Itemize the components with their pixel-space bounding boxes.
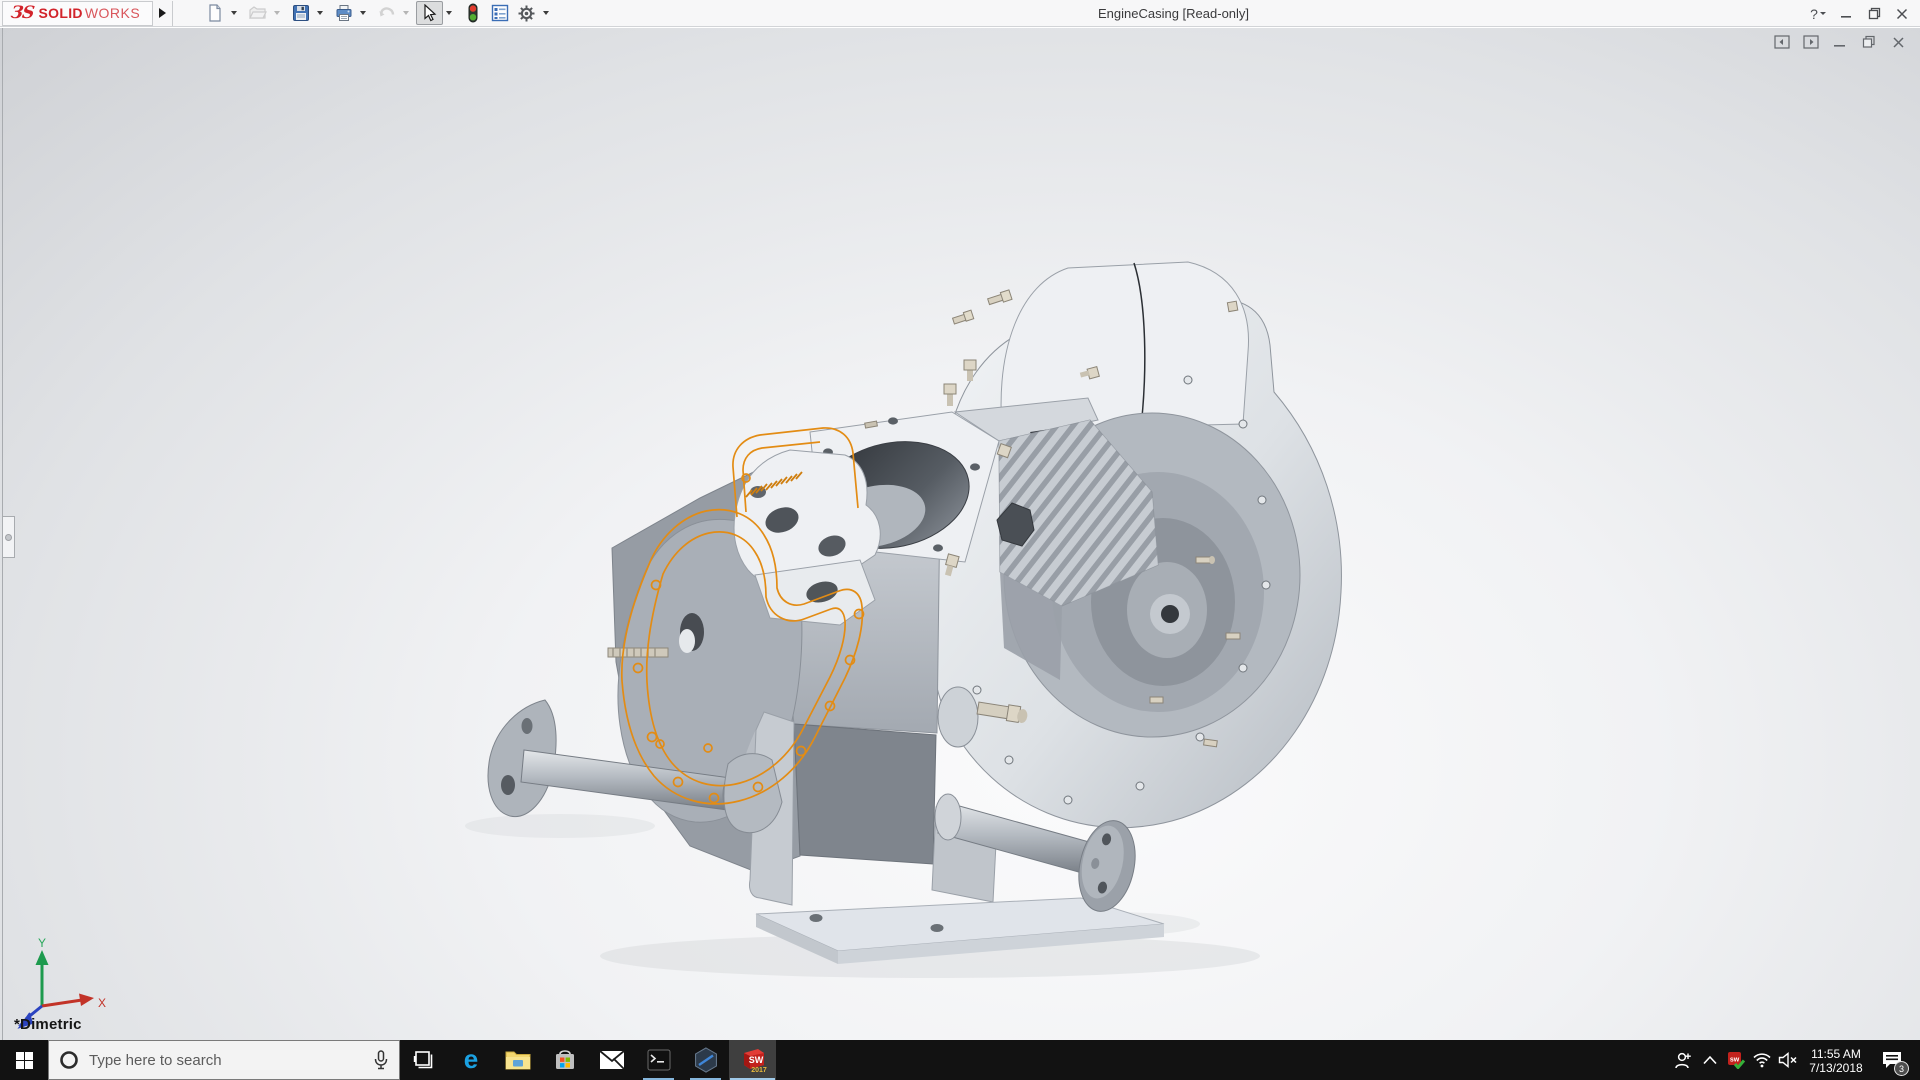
- help-label: ?: [1810, 5, 1818, 22]
- task-view-icon: [413, 1051, 432, 1069]
- store-icon: [555, 1050, 574, 1069]
- action-center-button[interactable]: 3: [1871, 1040, 1913, 1080]
- cortana-circle-icon: [60, 1051, 78, 1069]
- search-placeholder: Type here to search: [89, 1051, 222, 1069]
- rebuild-traffic-light-icon: [468, 3, 478, 23]
- view-orientation-label: *Dimetric: [14, 1016, 82, 1033]
- gear-icon: [518, 5, 535, 21]
- microphone-icon[interactable]: [373, 1050, 389, 1070]
- clock-time: 11:55 AM: [1811, 1046, 1861, 1061]
- sw-resource-monitor-icon: sw: [1728, 1052, 1745, 1069]
- save-dropdown[interactable]: [314, 1, 326, 25]
- orientation-triad: Y X: [17, 936, 106, 1029]
- taskbar-clock[interactable]: 11:55 AM 7/13/2018: [1801, 1046, 1871, 1075]
- new-document-dropdown[interactable]: [228, 1, 240, 25]
- undo-icon: [379, 7, 394, 17]
- sw-year: 2017: [751, 1067, 767, 1074]
- triad-y-label: Y: [38, 936, 46, 950]
- triad-x-label: X: [98, 996, 106, 1010]
- file-explorer-icon: [505, 1051, 530, 1070]
- open-folder-icon: [248, 6, 267, 19]
- svg-text:sw: sw: [1730, 1057, 1740, 1064]
- print-dropdown[interactable]: [357, 1, 369, 25]
- help-dropdown-icon: [1819, 12, 1826, 15]
- solidworks-logo-light: WORKS: [84, 5, 141, 21]
- wifi-icon: [1753, 1053, 1771, 1068]
- solidworks-logo-bold: SOLID: [38, 5, 83, 21]
- solidworks-monitor-tray[interactable]: sw: [1723, 1040, 1749, 1080]
- system-tray: sw 11:55 AM 7/13/2018 3: [1671, 1040, 1920, 1080]
- undo-dropdown[interactable]: [400, 1, 412, 25]
- people-icon: [1675, 1052, 1691, 1069]
- network-button[interactable]: [1749, 1040, 1775, 1080]
- options-button[interactable]: [513, 1, 540, 25]
- select-cursor-icon: [424, 4, 437, 22]
- menu-flyout-button[interactable]: [153, 0, 174, 26]
- taskbar-item-file-explorer[interactable]: [494, 1040, 541, 1080]
- taskbar-search-box[interactable]: Type here to search: [48, 1040, 400, 1080]
- print-icon: [336, 5, 352, 21]
- windows-taskbar: Type here to search e SW 2017 sw 11:55 A…: [0, 1040, 1920, 1080]
- save-button[interactable]: [287, 1, 314, 25]
- save-icon: [292, 5, 309, 21]
- display-pane-icon: [491, 4, 508, 22]
- mail-icon: [598, 1050, 625, 1070]
- base-hole: [930, 924, 944, 932]
- options-dropdown[interactable]: [540, 1, 552, 25]
- open-button[interactable]: [244, 1, 271, 25]
- start-button[interactable]: [0, 1040, 48, 1080]
- minimize-icon: [1841, 15, 1851, 18]
- volume-button[interactable]: [1775, 1040, 1801, 1080]
- restore-icon: [1868, 7, 1880, 20]
- rebuild-button[interactable]: [459, 1, 486, 25]
- clock-date: 7/13/2018: [1809, 1060, 1863, 1075]
- document-title: EngineCasing [Read-only]: [1098, 6, 1250, 21]
- taskbar-item-task-view[interactable]: [400, 1040, 447, 1080]
- chevron-up-icon: [1703, 1055, 1717, 1065]
- solidworks-2017-icon: SW 2017: [743, 1049, 767, 1074]
- print-button[interactable]: [330, 1, 357, 25]
- taskbar-item-solidworks[interactable]: SW 2017: [729, 1040, 776, 1080]
- open-dropdown[interactable]: [271, 1, 283, 25]
- people-button[interactable]: [1671, 1040, 1697, 1080]
- tray-overflow-button[interactable]: [1697, 1040, 1723, 1080]
- taskbar-item-store[interactable]: [541, 1040, 588, 1080]
- taskbar-item-composer[interactable]: [682, 1040, 729, 1080]
- new-document-button[interactable]: [201, 1, 228, 25]
- notification-badge: 3: [1894, 1061, 1909, 1076]
- close-button[interactable]: [1888, 0, 1916, 27]
- display-pane-button[interactable]: [486, 1, 513, 25]
- taskbar-item-edge[interactable]: e: [447, 1040, 494, 1080]
- select-tool-dropdown[interactable]: [443, 1, 455, 25]
- quick-access-toolbar: [201, 0, 556, 27]
- block-lower-face: [793, 723, 937, 865]
- new-document-icon: [209, 4, 221, 22]
- base-hole: [809, 914, 823, 922]
- command-prompt-icon: [647, 1049, 670, 1071]
- title-bar: ЗS SOLID WORKS EngineCasing [Read-only] …: [0, 0, 1920, 27]
- composer-hexagon-icon: [694, 1047, 717, 1073]
- graphics-area[interactable]: Y X *Dimetric: [0, 28, 1920, 1046]
- engine-casing-model[interactable]: Y X: [0, 28, 1920, 1046]
- restore-button[interactable]: [1860, 0, 1888, 27]
- help-button[interactable]: ?: [1804, 0, 1832, 27]
- center-bore-hole: [1161, 605, 1179, 623]
- svg-text:e: e: [463, 1046, 477, 1074]
- edge-icon: e: [463, 1046, 477, 1074]
- undo-button[interactable]: [373, 1, 400, 25]
- flyout-arrow-icon: [159, 8, 167, 18]
- taskbar-item-command-prompt[interactable]: [635, 1040, 682, 1080]
- taskbar-item-mail[interactable]: [588, 1040, 635, 1080]
- windows-logo-icon: [15, 1051, 33, 1069]
- solidworks-logo[interactable]: ЗS SOLID WORKS: [2, 0, 154, 26]
- select-tool-button[interactable]: [416, 1, 444, 25]
- speaker-muted-icon: [1778, 1052, 1797, 1068]
- window-controls: ?: [1804, 0, 1916, 27]
- solidworks-logo-mark: ЗS: [9, 3, 35, 23]
- sw-letters: SW: [748, 1055, 763, 1065]
- minimize-button[interactable]: [1832, 0, 1860, 27]
- close-icon: [1896, 8, 1908, 19]
